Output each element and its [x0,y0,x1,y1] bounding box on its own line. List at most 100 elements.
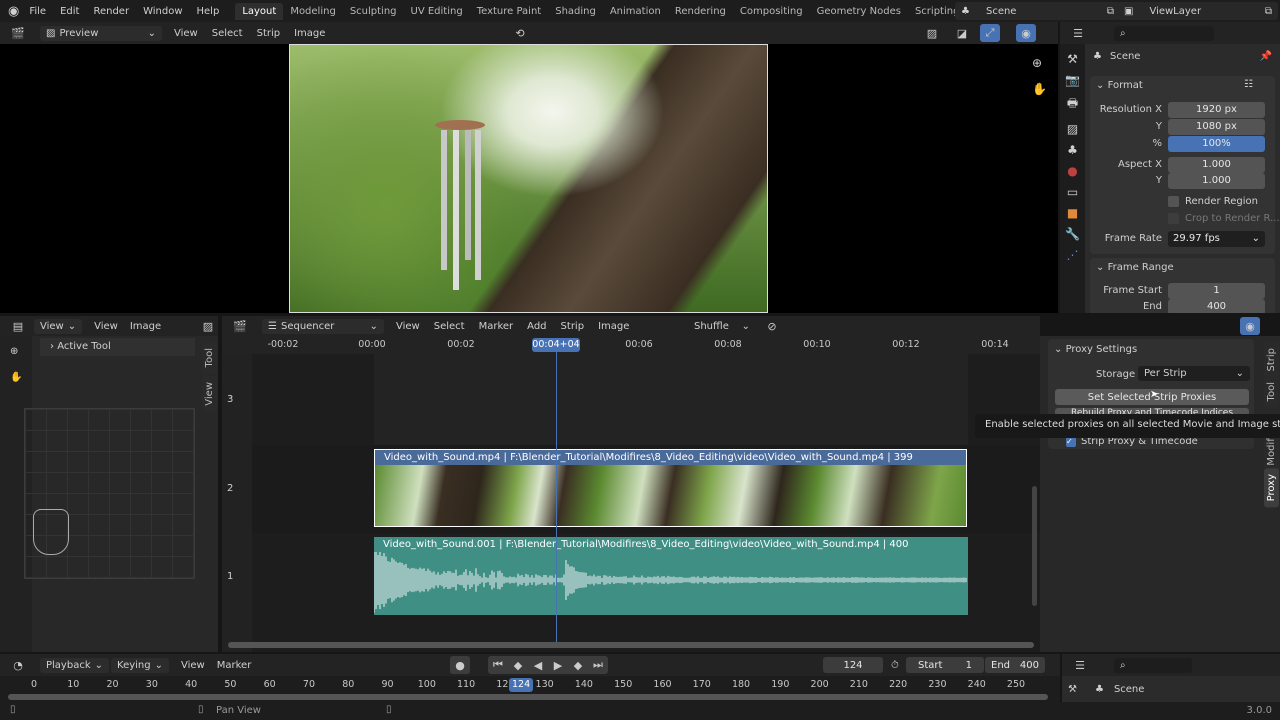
editor-type-icon[interactable]: ◔ [8,656,28,674]
menu-help[interactable]: Help [197,6,220,17]
overlap-mode-dropdown[interactable]: Shuffle ⌄ [688,319,756,334]
horizontal-scrollbar[interactable] [228,642,1034,648]
menu-strip[interactable]: Strip [561,321,585,332]
record-icon[interactable]: ● [450,656,470,674]
particles-tab-icon[interactable]: ⋰ [1067,248,1079,262]
overlay-icon[interactable]: ◪ [952,24,972,42]
frame-end-field[interactable]: 400 [1168,299,1265,314]
frame-range-header[interactable]: ⌄ Frame Range [1096,262,1174,273]
resolution-y-field[interactable]: 1080 px [1168,119,1265,135]
object-tab-icon[interactable]: ■ [1067,206,1078,220]
modifier-tab-icon[interactable]: 🔧 [1065,227,1080,241]
properties-search[interactable]: ⌕ [1114,658,1192,673]
next-keyframe-icon[interactable]: ◆ [568,656,588,674]
menu-edit[interactable]: Edit [60,6,79,17]
menu-add[interactable]: Add [527,321,546,332]
proxy-settings-header[interactable]: ⌄ Proxy Settings [1054,344,1137,355]
menu-window[interactable]: Window [143,6,182,17]
view-dropdown[interactable]: View ⌄ [34,319,82,334]
properties-editor-icon[interactable]: ☰ [1070,656,1090,674]
pan-hand-icon[interactable]: ✋ [1032,82,1047,96]
tab-workspace[interactable]: UV Editing [404,3,470,20]
menu-view[interactable]: View [396,321,420,332]
navigation-grid[interactable] [24,408,195,579]
pivot-icon[interactable]: ⟲ [510,24,530,42]
view-menu[interactable]: View [94,321,118,332]
zoom-tool-icon[interactable]: ⊕ [10,346,18,357]
view-type-dropdown[interactable]: ☰ Sequencer ⌄ [262,319,384,334]
frame-rate-dropdown[interactable]: 29.97 fps ⌄ [1168,231,1265,247]
output-tab-icon[interactable]: 🖶 [1067,94,1078,115]
view-menu[interactable]: View [181,660,205,671]
aspect-y-field[interactable]: 1.000 [1168,173,1265,189]
zoom-icon[interactable]: ⊕ [1032,56,1042,70]
jump-start-icon[interactable]: ⏮ [488,656,508,674]
prev-keyframe-icon[interactable]: ◆ [508,656,528,674]
editor-type-icon[interactable]: ▤ [8,317,28,335]
display-mode-icon[interactable]: ▨ [198,317,218,335]
view-type-dropdown[interactable]: ▨ Preview ⌄ [40,26,162,41]
overlays-toggle-icon[interactable]: ◉ [1016,24,1036,42]
display-channel-icon[interactable]: ▨ [922,24,942,42]
tool-tab-icon[interactable]: ⚒ [1068,684,1077,695]
blender-logo-icon[interactable]: ◉ [8,4,19,19]
tab-proxy[interactable]: Proxy [1264,468,1279,507]
menu-marker[interactable]: Marker [479,321,514,332]
hand-tool-icon[interactable]: ✋ [10,372,22,383]
playback-menu[interactable]: Playback ⌄ [40,658,109,673]
tab-workspace[interactable]: Geometry Nodes [810,3,908,20]
properties-search[interactable]: ⌕ [1114,26,1214,41]
new-scene-icon[interactable]: ⧉ [1107,6,1114,17]
gizmo-icon[interactable]: ⤢ [980,24,1000,42]
keying-menu[interactable]: Keying ⌄ [111,658,169,673]
overlays-icon[interactable]: ◉ [1240,317,1260,335]
aspect-x-field[interactable]: 1.000 [1168,157,1265,173]
tool-tab-icon[interactable]: ⚒ [1067,52,1078,66]
tab-workspace[interactable]: Sculpting [343,3,404,20]
tab-workspace[interactable]: Animation [603,3,668,20]
tab-workspace[interactable]: Texture Paint [470,3,549,20]
current-time-indicator[interactable]: 00:04+04 [532,338,580,352]
play-reverse-icon[interactable]: ◀ [528,656,548,674]
tab-view[interactable]: View [202,376,217,412]
tab-tool[interactable]: Tool [1264,376,1279,407]
video-strip[interactable]: Video_with_Sound.mp4 | F:\Blender_Tutori… [374,449,967,527]
timeline-current-frame[interactable]: 124 [509,678,533,692]
menu-render[interactable]: Render [93,6,129,17]
tab-workspace[interactable]: Shading [548,3,603,20]
sequencer-timeline[interactable]: -00:02 00:00 00:02 00:06 00:08 00:10 00:12 00:1… [222,336,1040,652]
resolution-x-field[interactable]: 1920 px [1168,102,1265,118]
scene-selector[interactable]: ♣ Scene ⧉ [955,2,1120,20]
tab-workspace[interactable]: Layout [235,3,283,20]
marker-menu[interactable]: Marker [217,660,252,671]
current-frame-field[interactable]: 124 [823,657,883,673]
snap-icon[interactable]: ⊘ [762,317,782,335]
menu-file[interactable]: File [29,6,46,17]
play-icon[interactable]: ▶ [548,656,568,674]
start-frame-field[interactable]: Start 1 [906,657,984,673]
view-layer-tab-icon[interactable]: ▨ [1067,122,1078,136]
tab-strip[interactable]: Strip [1264,342,1279,378]
resolution-percent-field[interactable]: 100% [1168,136,1265,152]
properties-editor-icon[interactable]: ☰ [1068,24,1088,42]
playhead-line[interactable] [556,346,557,646]
collection-tab-icon[interactable]: ▭ [1067,185,1078,199]
menu-image[interactable]: Image [294,28,325,39]
vertical-scrollbar[interactable] [1032,486,1037,606]
active-tool-panel[interactable]: › Active Tool [40,338,195,356]
frame-start-field[interactable]: 1 [1168,283,1265,299]
timeline-area[interactable]: 124 0 10 20 30 40 50 60 70 80 90 100 110 120 130 140 15… [0,676,1060,702]
tab-workspace[interactable]: Modeling [283,3,343,20]
menu-view[interactable]: View [174,28,198,39]
audio-strip[interactable]: Video_with_Sound.001 | F:\Blender_Tutori… [374,537,968,615]
editor-type-icon[interactable]: 🎬 [8,24,28,42]
tab-tool[interactable]: Tool [202,342,217,373]
timeline-scrollbar[interactable] [8,694,1048,700]
preview-area[interactable]: ⊕ ✋ [0,44,1058,313]
image-menu[interactable]: Image [130,321,161,332]
world-tab-icon[interactable]: ● [1067,164,1077,178]
time-ruler[interactable]: -00:02 00:00 00:02 00:06 00:08 00:10 00:12 00:1… [222,336,1040,354]
storage-dropdown[interactable]: Per Strip ⌄ [1138,366,1250,381]
pin-icon[interactable]: 📌 [1260,51,1272,62]
format-panel-header[interactable]: ⌄ Format [1096,80,1143,91]
